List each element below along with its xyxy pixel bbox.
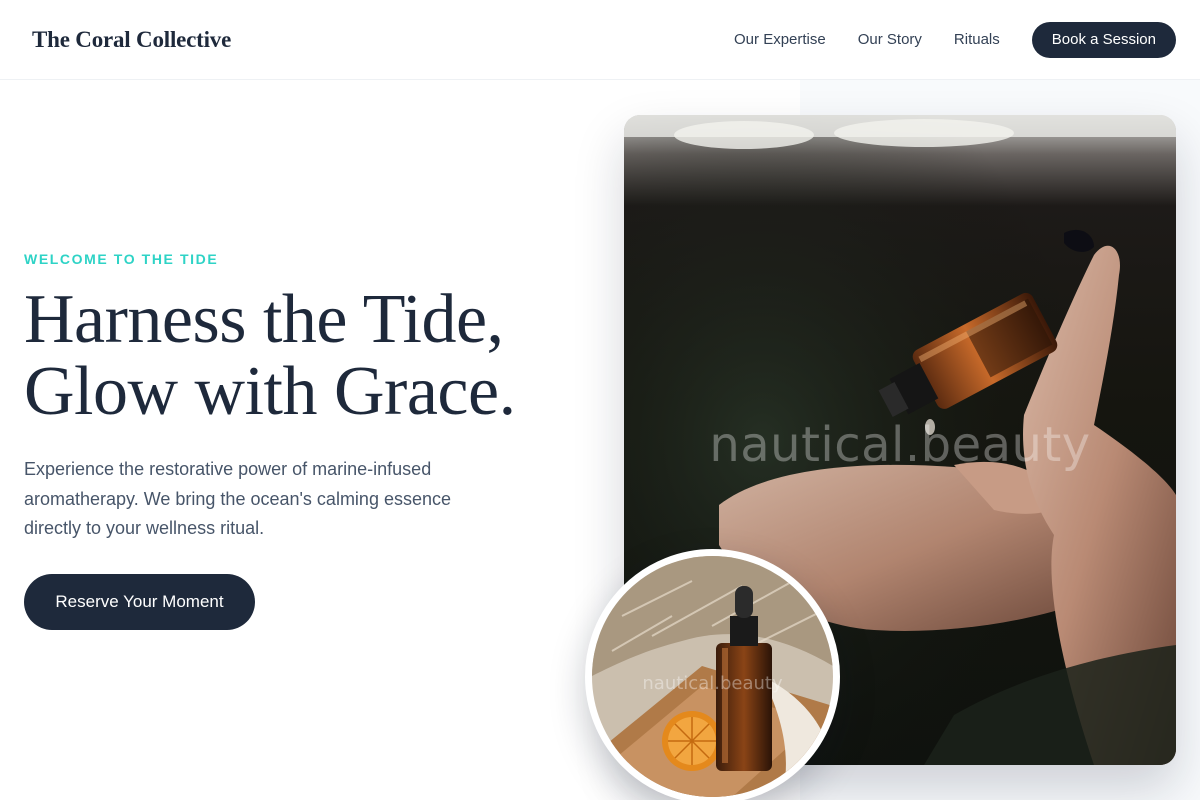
- nav-link-our-story[interactable]: Our Story: [858, 31, 922, 48]
- main-nav: Our Expertise Our Story Rituals Book a S…: [702, 21, 1176, 58]
- hero-description: Experience the restorative power of mari…: [24, 459, 451, 538]
- nav-link-our-expertise[interactable]: Our Expertise: [734, 31, 826, 48]
- main-photo-watermark: nautical.beauty: [709, 417, 1091, 473]
- brand-logo[interactable]: The Coral Collective: [32, 27, 231, 53]
- thumbnail-watermark: nautical.beauty: [642, 673, 783, 694]
- headline-line-2: Glow with Grace.: [24, 353, 516, 430]
- book-session-button[interactable]: Book a Session: [1031, 21, 1176, 58]
- nav-link-rituals[interactable]: Rituals: [954, 31, 1000, 48]
- hero-headline: Harness the Tide, Glow with Grace.: [24, 284, 604, 428]
- reserve-moment-button[interactable]: Reserve Your Moment: [24, 574, 255, 630]
- headline-line-1: Harness the Tide,: [24, 281, 504, 358]
- hero-eyebrow: WELCOME TO THE TIDE: [24, 251, 219, 267]
- product-thumbnail-photo: nautical.beauty: [585, 549, 840, 800]
- site-header: The Coral Collective Our Expertise Our S…: [0, 0, 1200, 80]
